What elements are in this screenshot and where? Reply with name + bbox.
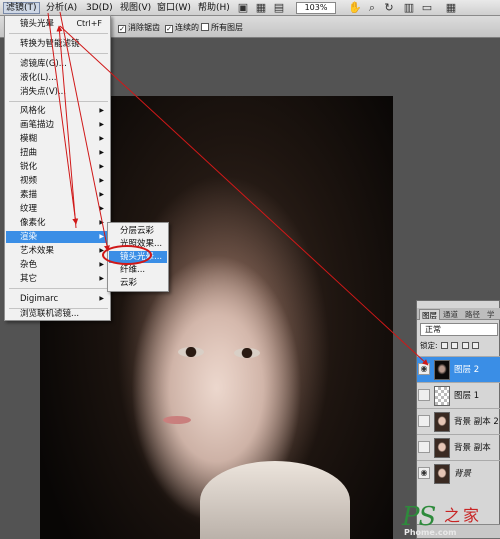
menu-item-video[interactable]: 视频 ▶ [6,175,109,187]
panel-tabs: 图层 通道 路径 学 [417,308,500,320]
zoom-level[interactable]: 103% [296,2,336,14]
lock-position-icon[interactable] [461,342,469,349]
lock-label: 锁定: [420,341,438,350]
layer-row[interactable]: ◉ 图层 2 [417,356,500,382]
visibility-toggle[interactable] [418,415,430,427]
submenu-item-difference-clouds[interactable]: 分层云彩 [109,225,167,237]
menu-bar: 滤镜(T) 分析(A) 3D(D) 视图(V) 窗口(W) 帮助(H) ▣ ▦ … [0,0,500,16]
layer-name: 背景 副本 2 [454,417,499,427]
lock-all-icon[interactable] [472,342,480,349]
contiguous-option[interactable]: ✓ 连续的 [165,22,199,33]
anti-alias-label: 消除锯齿 [128,23,160,32]
eye-icon[interactable]: ◉ [418,363,430,375]
layer-thumbnail [434,438,450,458]
layer-thumbnail [434,360,450,380]
menu-window[interactable]: 窗口(W) [155,2,193,14]
screen-mode-icon[interactable]: ▭ [420,2,434,14]
extras-icon[interactable]: ▦ [444,2,458,14]
menu-item-distort[interactable]: 扭曲 ▶ [6,147,109,159]
tab-channels[interactable]: 通道 [441,309,460,320]
layer-row[interactable]: 背景 副本 [417,434,500,460]
menu-view[interactable]: 视图(V) [118,2,153,14]
layer-name: 背景 [454,469,472,479]
watermark-home: Phome.com [404,528,457,537]
photo-right-eye [234,348,260,358]
all-layers-label: 所有图层 [211,23,243,32]
visibility-toggle[interactable] [418,441,430,453]
menu-item-convert-smart-filter[interactable]: 转换为智能滤镜 [6,38,109,50]
bridge-icon[interactable]: ▣ [236,2,250,14]
eye-icon[interactable]: ◉ [418,467,430,479]
arrange-icon[interactable]: ▤ [272,2,286,14]
menu-item-filter-gallery[interactable]: 滤镜库(G)... [6,58,109,70]
contiguous-checkbox[interactable]: ✓ [165,25,173,33]
layer-name: 图层 2 [454,365,480,375]
layer-thumbnail [434,386,450,406]
tab-more[interactable]: 学 [485,309,497,320]
hand-tool-icon[interactable]: ✋ [348,2,362,14]
menu-item-brush-strokes[interactable]: 画笔描边 ▶ [6,119,109,131]
menu-item-vanishing-point[interactable]: 消失点(V)... [6,86,109,98]
layer-name: 背景 副本 [454,443,491,453]
layer-row[interactable]: 背景 副本 2 [417,408,500,434]
menu-analysis[interactable]: 分析(A) [44,2,79,14]
submenu-item-clouds[interactable]: 云彩 [109,277,167,289]
blend-mode-select[interactable]: 正常 [420,323,498,336]
menu-item-noise[interactable]: 杂色 ▶ [6,259,109,271]
contiguous-label: 连续的 [175,23,199,32]
lock-transparent-icon[interactable] [440,342,448,349]
menu-3d[interactable]: 3D(D) [84,2,115,14]
visibility-toggle[interactable] [418,389,430,401]
tab-paths[interactable]: 路径 [463,309,482,320]
anti-alias-option[interactable]: ✓ 消除锯齿 [118,22,160,33]
anti-alias-checkbox[interactable]: ✓ [118,25,126,33]
menu-item-other[interactable]: 其它 ▶ [6,273,109,285]
zoom-tool-icon[interactable]: ⌕ [365,2,379,14]
menu-item-blur[interactable]: 模糊 ▶ [6,133,109,145]
photo-shoulder [200,461,350,539]
photo-mouth [163,416,191,424]
rotate-view-icon[interactable]: ↻ [382,2,396,14]
layer-row[interactable]: ◉ 背景 [417,460,500,486]
photo-left-eye [178,347,204,357]
lock-image-icon[interactable] [451,342,459,349]
menu-item-lens-flare-last[interactable]: 镜头光晕 Ctrl+F [6,18,109,30]
lock-row: 锁定: [420,340,500,352]
layer-name: 图层 1 [454,391,480,401]
all-layers-checkbox[interactable] [201,23,209,31]
layer-row[interactable]: 图层 1 [417,382,500,408]
layer-thumbnail [434,464,450,484]
menu-item-sharpen[interactable]: 锐化 ▶ [6,161,109,173]
submenu-item-fibers[interactable]: 纤维... [109,264,167,276]
watermark-zhijia: 之家 [444,506,483,525]
all-layers-option[interactable]: 所有图层 [201,22,243,33]
site-watermark: PS 之家 Phome.com [402,502,500,539]
menu-item-browse-online-filters[interactable]: 浏览联机滤镜... [6,308,109,320]
tab-layers[interactable]: 图层 [419,309,440,320]
menu-filter[interactable]: 滤镜(T) [3,2,40,14]
menu-item-digimarc[interactable]: Digimarc ▶ [6,293,109,305]
menu-item-sketch[interactable]: 素描 ▶ [6,189,109,201]
highlight-circle [102,245,152,265]
layer-thumbnail [434,412,450,432]
screen-layout-icon[interactable]: ▥ [402,2,416,14]
menu-item-pixelate[interactable]: 像素化 ▶ [6,217,109,229]
filter-menu: 镜头光晕 Ctrl+F 转换为智能滤镜 滤镜库(G)... 液化(L)... 消失… [4,15,111,321]
menu-item-stylize[interactable]: 风格化 ▶ [6,105,109,117]
menu-item-render[interactable]: 渲染 ▶ [6,231,109,243]
mini-bridge-icon[interactable]: ▦ [254,2,268,14]
menu-item-liquify[interactable]: 液化(L)... [6,72,109,84]
menu-help[interactable]: 帮助(H) [196,2,232,14]
menu-item-artistic[interactable]: 艺术效果 ▶ [6,245,109,257]
menu-item-texture[interactable]: 纹理 ▶ [6,203,109,215]
